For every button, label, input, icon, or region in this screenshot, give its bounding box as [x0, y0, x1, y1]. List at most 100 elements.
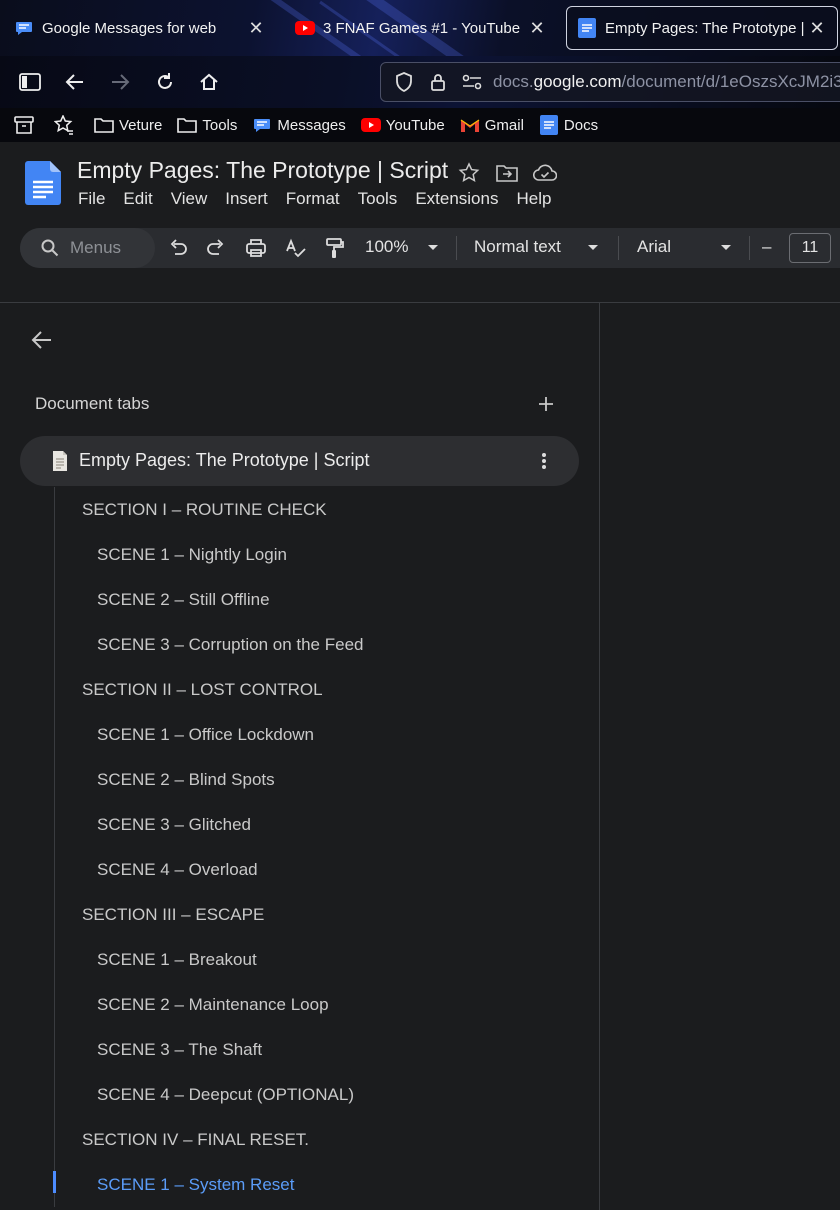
- redo-icon[interactable]: [204, 236, 228, 260]
- chevron-down-icon[interactable]: [583, 238, 603, 258]
- formatting-toolbar: Menus 100% Normal text Arial – 11: [20, 228, 840, 268]
- bookmark-label: Gmail: [484, 116, 524, 134]
- menu-edit[interactable]: Edit: [123, 189, 152, 209]
- bookmark-docs[interactable]: Docs: [539, 115, 598, 135]
- bookmark-label: Tools: [202, 116, 238, 134]
- browser-tab-messages[interactable]: Google Messages for web ✕: [4, 6, 276, 50]
- close-icon[interactable]: ✕: [807, 18, 827, 39]
- bookmark-veture[interactable]: Veture: [94, 115, 162, 135]
- youtube-icon: [360, 115, 381, 135]
- messages-icon: [14, 18, 34, 38]
- back-icon[interactable]: [61, 68, 89, 96]
- document-icon: [53, 451, 67, 471]
- outline-subheading-active[interactable]: SCENE 1 – System Reset: [97, 1175, 294, 1195]
- lock-icon[interactable]: [425, 69, 451, 95]
- outline-subheading[interactable]: SCENE 1 – Office Lockdown: [97, 725, 314, 745]
- spellcheck-icon[interactable]: [284, 236, 308, 260]
- print-icon[interactable]: [244, 236, 268, 260]
- outline-heading[interactable]: SECTION IV – FINAL RESET.: [82, 1130, 309, 1150]
- add-tab-icon[interactable]: [533, 391, 559, 417]
- docs-logo-icon[interactable]: [25, 161, 61, 205]
- bookmark-tools[interactable]: Tools: [177, 115, 237, 135]
- arrow-back-icon[interactable]: [28, 326, 56, 354]
- document-tab-item[interactable]: Empty Pages: The Prototype | Script: [20, 436, 579, 486]
- undo-icon[interactable]: [166, 236, 190, 260]
- toolbar-divider: [749, 236, 750, 260]
- tab-title: 3 FNAF Games #1 - YouTube: [323, 19, 521, 37]
- bookmark-gmail[interactable]: Gmail: [460, 115, 524, 135]
- bookmark-label: Docs: [563, 116, 599, 134]
- forward-icon[interactable]: [106, 68, 134, 96]
- bookmark-youtube[interactable]: YouTube: [360, 115, 445, 135]
- folder-icon: [177, 115, 198, 135]
- close-icon[interactable]: ✕: [246, 18, 266, 39]
- youtube-icon: [295, 18, 315, 38]
- outline-heading[interactable]: SECTION II – LOST CONTROL: [82, 680, 323, 700]
- star-list-icon: [54, 115, 74, 135]
- document-outline-panel: Document tabs Empty Pages: The Prototype…: [0, 303, 599, 1210]
- font-family-select[interactable]: Arial: [637, 237, 671, 257]
- sidebar-toggle-icon[interactable]: [16, 68, 44, 96]
- address-bar[interactable]: docs. google.com/document/d/1eOszsXcJM2i3: [380, 62, 840, 102]
- font-size-input[interactable]: 11: [789, 233, 831, 263]
- menu-tools[interactable]: Tools: [358, 189, 398, 209]
- panel-divider: [599, 303, 600, 1210]
- outline-subheading[interactable]: SCENE 3 – Glitched: [97, 815, 251, 835]
- bookmark-starred[interactable]: [54, 115, 79, 135]
- shield-icon[interactable]: [391, 69, 417, 95]
- search-icon: [40, 238, 60, 258]
- chevron-down-icon[interactable]: [716, 238, 736, 258]
- outline-subheading[interactable]: SCENE 2 – Blind Spots: [97, 770, 275, 790]
- reload-icon[interactable]: [151, 68, 179, 96]
- url-path: /document/d/1eOszsXcJM2i3: [621, 72, 840, 91]
- outline-heading[interactable]: SECTION I – ROUTINE CHECK: [82, 500, 327, 520]
- star-icon[interactable]: [456, 160, 482, 186]
- bookmark-label: Veture: [119, 116, 163, 134]
- docs-icon: [539, 115, 559, 135]
- close-icon[interactable]: ✕: [527, 18, 547, 39]
- browser-tab-youtube[interactable]: 3 FNAF Games #1 - YouTube ✕: [285, 6, 557, 50]
- outline-heading[interactable]: SECTION III – ESCAPE: [82, 905, 264, 925]
- paint-format-icon[interactable]: [323, 236, 347, 260]
- more-vert-icon[interactable]: [532, 449, 556, 473]
- menu-extensions[interactable]: Extensions: [415, 189, 498, 209]
- outline-subheading[interactable]: SCENE 1 – Nightly Login: [97, 545, 287, 565]
- menu-help[interactable]: Help: [516, 189, 551, 209]
- archive-icon: [14, 115, 34, 135]
- toolbar-divider: [456, 236, 457, 260]
- outline-subheading[interactable]: SCENE 2 – Still Offline: [97, 590, 270, 610]
- url-scheme: docs.: [493, 72, 534, 91]
- bookmark-label: YouTube: [385, 116, 445, 134]
- menus-search[interactable]: Menus: [20, 228, 155, 268]
- outline-subheading[interactable]: SCENE 3 – Corruption on the Feed: [97, 635, 363, 655]
- home-icon[interactable]: [195, 68, 223, 96]
- bookmark-label: Messages: [277, 116, 346, 134]
- decrease-font-size-button[interactable]: –: [762, 237, 771, 257]
- outline-subheading[interactable]: SCENE 3 – The Shaft: [97, 1040, 262, 1060]
- tab-title: Empty Pages: The Prototype | Sc: [605, 19, 807, 37]
- menu-view[interactable]: View: [171, 189, 208, 209]
- browser-tab-strip: Google Messages for web ✕ 3 FNAF Games #…: [0, 0, 840, 56]
- outline-subheading[interactable]: SCENE 4 – Overload: [97, 860, 258, 880]
- paragraph-style-select[interactable]: Normal text: [474, 237, 561, 257]
- chevron-down-icon[interactable]: [423, 238, 443, 258]
- document-title[interactable]: Empty Pages: The Prototype | Script: [77, 157, 448, 184]
- outline-subheading[interactable]: SCENE 4 – Deepcut (OPTIONAL): [97, 1085, 354, 1105]
- url-host: google.com: [533, 72, 622, 91]
- site-settings-icon[interactable]: [459, 69, 485, 95]
- zoom-select[interactable]: 100%: [365, 237, 408, 257]
- outline-subheading[interactable]: SCENE 2 – Maintenance Loop: [97, 995, 329, 1015]
- document-tabs-heading: Document tabs: [35, 394, 150, 413]
- tab-title: Google Messages for web: [42, 19, 217, 37]
- cloud-saved-icon[interactable]: [532, 160, 558, 186]
- document-tab-label: Empty Pages: The Prototype | Script: [79, 450, 370, 470]
- menu-format[interactable]: Format: [286, 189, 340, 209]
- menu-file[interactable]: File: [78, 189, 105, 209]
- menu-insert[interactable]: Insert: [225, 189, 268, 209]
- bookmark-messages[interactable]: Messages: [252, 115, 346, 135]
- move-to-folder-icon[interactable]: [494, 160, 520, 186]
- browser-tab-docs[interactable]: Empty Pages: The Prototype | Sc ✕: [566, 6, 838, 50]
- messages-icon: [252, 115, 272, 135]
- outline-subheading[interactable]: SCENE 1 – Breakout: [97, 950, 257, 970]
- bookmark-archive[interactable]: [14, 115, 39, 135]
